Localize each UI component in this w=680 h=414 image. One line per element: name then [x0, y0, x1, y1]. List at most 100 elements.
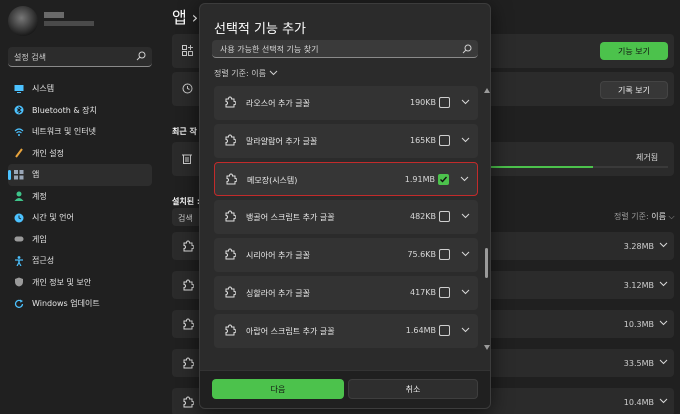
feature-checkbox[interactable]	[439, 325, 450, 336]
dialog-title: 선택적 기능 추가	[214, 22, 306, 37]
puzzle-icon	[182, 279, 195, 293]
sidebar-item-9[interactable]: 개인 정보 및 보안	[8, 272, 152, 294]
feature-size: 482KB	[409, 212, 436, 221]
feature-size: 190KB	[409, 98, 436, 107]
page-title: 앱 ›	[172, 8, 199, 27]
puzzle-icon	[224, 286, 237, 300]
feature-list-scrollbar[interactable]	[484, 88, 490, 350]
sidebar-item-label: 시스템	[32, 84, 55, 94]
feature-search-input[interactable]: 사용 가능한 선택적 기능 찾기	[212, 40, 478, 58]
chevron-down-icon[interactable]	[461, 326, 470, 335]
shield-icon	[14, 277, 24, 287]
chevron-down-icon[interactable]	[461, 212, 470, 221]
chevron-down-icon[interactable]	[659, 397, 668, 406]
next-button[interactable]: 다음	[212, 379, 344, 399]
puzzle-icon	[224, 96, 237, 110]
sidebar-item-4[interactable]: 앱	[8, 164, 152, 186]
view-history-button[interactable]: 기록 보기	[600, 81, 668, 99]
feature-name: 라오스어 추가 글꼴	[246, 99, 310, 108]
dialog-sort-dropdown[interactable]: 정렬 기준: 이름	[214, 68, 278, 79]
sidebar-item-5[interactable]: 계정	[8, 186, 152, 208]
accessibility-icon	[14, 255, 24, 267]
puzzle-icon	[225, 173, 238, 187]
dialog-footer: 다음 취소	[200, 370, 490, 408]
add-optional-feature-dialog: 선택적 기능 추가 사용 가능한 선택적 기능 찾기 정렬 기준: 이름 라오스…	[199, 3, 491, 409]
wifi-icon	[14, 127, 24, 137]
sidebar-item-2[interactable]: 네트워크 및 인터넷	[8, 121, 152, 143]
apps-icon	[14, 169, 24, 180]
feature-row[interactable]: 말라얄람어 추가 글꼴 165KB	[214, 124, 478, 158]
bluetooth-icon	[14, 105, 24, 115]
chevron-down-icon: ⌵	[668, 212, 675, 221]
chevron-down-icon[interactable]	[461, 98, 470, 107]
feature-row[interactable]: 뱅골어 스크립트 추가 글꼴 482KB	[214, 200, 478, 234]
installed-search-input[interactable]: 검색	[172, 208, 202, 226]
sidebar-item-label: 네트워크 및 인터넷	[32, 127, 96, 137]
chevron-down-icon[interactable]	[659, 280, 668, 289]
add-feature-icon	[182, 45, 193, 58]
avatar[interactable]	[8, 6, 38, 36]
sidebar-item-6[interactable]: 시간 및 언어	[8, 207, 152, 229]
chevron-down-icon[interactable]	[659, 241, 668, 250]
sidebar-item-3[interactable]: 개인 설정	[8, 143, 152, 165]
feature-checkbox[interactable]	[439, 97, 450, 108]
sidebar-item-8[interactable]: 접근성	[8, 250, 152, 272]
feature-row[interactable]: 시리아어 추가 글꼴 75.6KB	[214, 238, 478, 272]
feature-size: 417KB	[409, 288, 436, 297]
feature-row[interactable]: 메모장(시스템) 1.91MB	[214, 162, 478, 196]
chevron-down-icon[interactable]	[461, 136, 470, 145]
brush-icon	[14, 148, 24, 158]
remove-progress-bar	[480, 166, 668, 168]
sidebar-item-label: 개인 정보 및 보안	[32, 277, 92, 287]
sidebar-item-label: Bluetooth & 장치	[32, 105, 97, 115]
sidebar-item-0[interactable]: 시스템	[8, 78, 152, 100]
feature-size: 165KB	[409, 136, 436, 145]
puzzle-icon	[224, 210, 237, 224]
update-icon	[14, 299, 24, 309]
feature-checkbox[interactable]	[438, 174, 449, 185]
person-icon	[14, 191, 24, 202]
installed-sort-dropdown[interactable]: 정렬 기준: 이름 ⌵	[614, 211, 675, 222]
feature-row[interactable]: 라오스어 추가 글꼴 190KB	[214, 86, 478, 120]
chevron-down-icon[interactable]	[461, 250, 470, 259]
feature-checkbox[interactable]	[439, 287, 450, 298]
settings-search-input[interactable]: 설정 검색	[8, 47, 152, 67]
feature-name: 싱할라어 추가 글꼴	[246, 289, 310, 298]
scroll-thumb[interactable]	[485, 248, 488, 278]
feature-checkbox[interactable]	[439, 249, 450, 260]
chevron-down-icon[interactable]	[461, 288, 470, 297]
chevron-down-icon[interactable]	[659, 319, 668, 328]
gamepad-icon	[14, 234, 24, 244]
recent-actions-heading: 최근 작	[172, 127, 197, 136]
puzzle-icon	[182, 318, 195, 332]
feature-name: 메모장(시스템)	[247, 176, 298, 185]
installed-features-heading: 설치된 :	[172, 197, 201, 206]
installed-feature-size: 3.28MB	[623, 242, 654, 251]
feature-name: 뱅골어 스크립트 추가 글꼴	[246, 213, 335, 222]
feature-checkbox[interactable]	[439, 211, 450, 222]
feature-size: 1.91MB	[404, 175, 435, 184]
history-icon	[182, 83, 193, 96]
feature-name: 시리아어 추가 글꼴	[246, 251, 310, 260]
sidebar-item-10[interactable]: Windows 업데이트	[8, 293, 152, 315]
chevron-down-icon[interactable]	[460, 175, 469, 184]
chevron-down-icon[interactable]	[659, 358, 668, 367]
feature-row[interactable]: 싱할라어 추가 글꼴 417KB	[214, 276, 478, 310]
feature-name: 아랍어 스크립트 추가 글꼴	[246, 327, 335, 336]
puzzle-icon	[224, 134, 237, 148]
sidebar-item-label: 개인 설정	[32, 148, 64, 158]
search-icon	[462, 44, 472, 56]
feature-name: 말라얄람어 추가 글꼴	[246, 137, 318, 146]
feature-list: 라오스어 추가 글꼴 190KB 말라얄람어 추가 글꼴 165KB 메모장(시…	[212, 86, 480, 354]
puzzle-icon	[182, 240, 195, 254]
installed-feature-size: 10.4MB	[623, 398, 654, 407]
removed-status: 제거됨	[636, 153, 659, 162]
feature-row[interactable]: 아랍어 스크립트 추가 글꼴 1.64MB	[214, 314, 478, 348]
cancel-button[interactable]: 취소	[348, 379, 478, 399]
sidebar-item-7[interactable]: 게임	[8, 229, 152, 251]
installed-feature-size: 10.3MB	[623, 320, 654, 329]
feature-checkbox[interactable]	[439, 135, 450, 146]
view-features-button[interactable]: 기능 보기	[600, 42, 668, 60]
sidebar-item-1[interactable]: Bluetooth & 장치	[8, 100, 152, 122]
monitor-icon	[14, 84, 24, 94]
